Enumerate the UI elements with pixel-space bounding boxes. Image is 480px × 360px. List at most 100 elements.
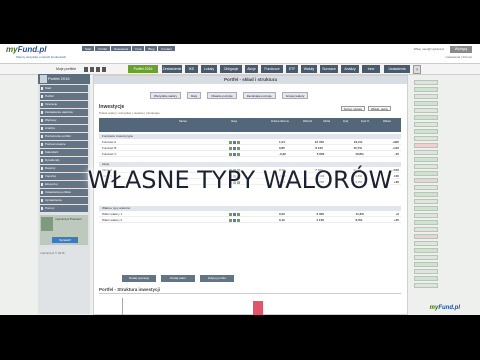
filter-dates[interactable]: Daty — [187, 92, 202, 99]
add-operation-button[interactable]: Dodaj operację — [122, 275, 156, 282]
col-header-currency[interactable]: Waluta — [383, 120, 391, 123]
quote-cell[interactable] — [414, 80, 438, 85]
quote-cell[interactable] — [414, 220, 438, 225]
sidebar-item-uprawnienia[interactable]: Uprawnienia — [40, 197, 88, 204]
quote-cell[interactable] — [414, 94, 438, 99]
chart-icon[interactable] — [233, 153, 236, 156]
logo[interactable]: myFund.pl — [6, 45, 46, 54]
section-subtitle[interactable]: Pokaż walory: wszystkie | otwarte | zamk… — [99, 111, 160, 115]
sidebar-item-kalendarz[interactable]: Kalendarz — [40, 149, 88, 156]
col-header-share[interactable]: Udział — [323, 120, 330, 123]
chart-icon[interactable] — [233, 147, 236, 150]
sidebar-item-podsumowanie[interactable]: Podsumowanie — [40, 141, 88, 148]
group-row[interactable]: Fundusze inwestycyjne — [99, 134, 401, 139]
quote-cell[interactable] — [414, 87, 438, 92]
col-header-daily[interactable]: Zmiana dzienna — [271, 120, 289, 123]
quote-cell[interactable] — [414, 143, 438, 148]
sidebar-item-analiza[interactable]: Analiza — [40, 125, 88, 132]
table-row[interactable]: Fundusz C -0,32 5 600 10,8% -45 — [99, 152, 401, 157]
help-icon[interactable]: ? — [413, 65, 421, 74]
view-select[interactable]: Widok: pełny — [367, 106, 391, 111]
sidebar-item-zestawienie[interactable]: Zestawienie walorów — [40, 109, 88, 116]
toolbar-button-zestawienie[interactable]: Zestawienie — [162, 65, 182, 73]
quote-cell[interactable] — [414, 157, 438, 162]
quote-cell[interactable] — [414, 122, 438, 127]
toolbar-button-obligacje[interactable]: Obligacje — [220, 65, 242, 73]
filter-all[interactable]: Wszystkie walory — [150, 92, 182, 99]
quote-cell[interactable] — [414, 136, 438, 141]
calendar-icon[interactable] — [96, 67, 100, 72]
quote-cell[interactable] — [414, 234, 438, 239]
quote-cell[interactable] — [414, 276, 438, 281]
group-row[interactable]: Własne typy walorów — [99, 206, 401, 211]
table-row[interactable]: Walor własny 1 0,00 6 000 11,6% +0 — [99, 212, 401, 217]
quote-cell[interactable] — [414, 255, 438, 260]
quote-cell[interactable] — [414, 269, 438, 274]
edit-icon[interactable] — [229, 213, 232, 216]
menu-tab-notowania[interactable]: Notowania — [111, 46, 132, 51]
quote-cell[interactable] — [414, 199, 438, 204]
table-row[interactable]: Fundusz A 1,24 12 450 24,1% +320 — [99, 140, 401, 145]
edit-icon[interactable] — [229, 153, 232, 156]
chart-icon[interactable] — [90, 67, 94, 72]
quote-cell[interactable] — [414, 213, 438, 218]
menu-tab-kontakt[interactable]: Kontakt — [158, 46, 175, 51]
edit-icon[interactable] — [229, 147, 232, 150]
toolbar-button-etf[interactable]: ETF — [286, 65, 298, 73]
menu-tab-start[interactable]: Start — [82, 46, 95, 51]
quote-cell[interactable] — [414, 150, 438, 155]
filter-open[interactable]: Otwarte pozycje — [207, 92, 237, 99]
chart-icon[interactable] — [233, 219, 236, 222]
toolbar-button-surowce[interactable]: Surowce — [320, 65, 338, 73]
list-icon[interactable] — [102, 67, 106, 72]
grid-icon[interactable] — [84, 67, 88, 72]
toolbar-button-akcje[interactable]: Akcje — [245, 65, 258, 73]
sidebar-item-start[interactable]: Start — [40, 85, 88, 92]
chart-icon[interactable] — [233, 141, 236, 144]
menu-tab-blog[interactable]: Blog — [145, 46, 158, 51]
col-header-profit-pct[interactable]: Zysk % — [361, 120, 369, 123]
sort-select[interactable]: Sortuj: nazwa — [340, 106, 365, 111]
sidebar-item-wykresy[interactable]: Wykresy — [40, 117, 88, 124]
quote-cell[interactable] — [414, 262, 438, 267]
filter-closed[interactable]: Zamknięte pozycje — [242, 92, 276, 99]
quote-cell[interactable] — [414, 241, 438, 246]
table-row[interactable]: Walor własny 2 0,12 4 150 8,0% +25 — [99, 218, 401, 223]
quote-cell[interactable] — [414, 227, 438, 232]
quote-cell[interactable] — [414, 206, 438, 211]
add-icon[interactable] — [237, 141, 240, 144]
quote-cell[interactable] — [414, 129, 438, 134]
filter-group[interactable]: Grupuj walory — [281, 92, 309, 99]
quote-cell[interactable] — [414, 101, 438, 106]
toolbar-button-ustawienia[interactable]: Ustawienia — [384, 65, 410, 73]
add-asset-button[interactable]: Dodaj walor — [161, 275, 195, 282]
menu-tab-fora[interactable]: Fora — [132, 46, 145, 51]
portfolio-select-button[interactable]: Portfel 2016 — [128, 65, 158, 73]
toolbar-button-lokaty[interactable]: Lokaty — [201, 65, 217, 73]
sidebar-item-dywidendy[interactable]: Dywidendy — [40, 157, 88, 164]
sidebar-item-portfel[interactable]: Portfel — [40, 93, 88, 100]
add-icon[interactable] — [237, 213, 240, 216]
toolbar-button-fundusze[interactable]: Fundusze — [261, 65, 283, 73]
table-row[interactable]: Fundusz B 0,85 8 120 15,7% +110 — [99, 146, 401, 151]
toolbar-button-inne[interactable]: Inne — [362, 65, 380, 73]
edit-portfolio-button[interactable]: Edytuj portfel — [200, 275, 234, 282]
add-icon[interactable] — [237, 147, 240, 150]
toolbar-button-waluty[interactable]: Waluty — [301, 65, 317, 73]
chart-icon[interactable] — [233, 213, 236, 216]
col-header-profit[interactable]: Zysk — [343, 120, 348, 123]
menu-tab-portfel[interactable]: Portfel — [95, 46, 111, 51]
toolbar-button-ike[interactable]: IKE — [185, 65, 198, 73]
edit-icon[interactable] — [229, 219, 232, 222]
edit-icon[interactable] — [229, 141, 232, 144]
sidebar-item-porownanie[interactable]: Porównanie portfeli — [40, 133, 88, 140]
logout-button[interactable]: Wyloguj — [450, 46, 472, 53]
quote-cell[interactable] — [414, 283, 438, 288]
quote-cell[interactable] — [414, 248, 438, 253]
col-header-name[interactable]: Nazwa — [179, 120, 187, 123]
promo-button[interactable]: Sprawdź — [52, 237, 78, 243]
quote-cell[interactable] — [414, 115, 438, 120]
sidebar-item-pomoc[interactable]: Pomoc — [40, 205, 88, 212]
toolbar-button-analizy[interactable]: Analizy — [341, 65, 359, 73]
col-header-value[interactable]: Wartość — [303, 120, 312, 123]
